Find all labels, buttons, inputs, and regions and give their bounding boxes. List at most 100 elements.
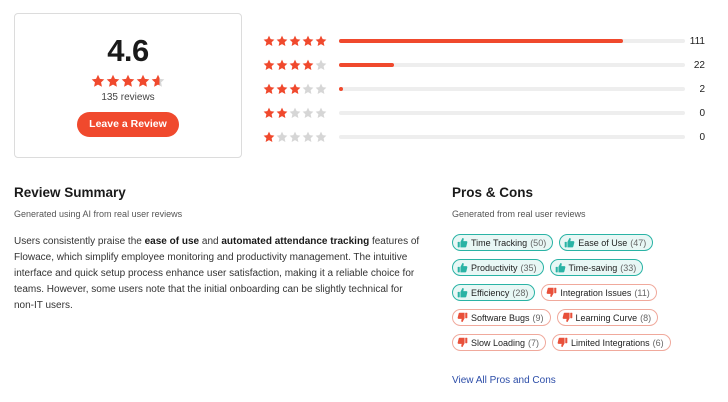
distribution-bar	[339, 135, 685, 139]
star-icon	[106, 74, 120, 87]
star-icon	[302, 35, 314, 46]
pros-cons: Pros & Cons Generated from real user rev…	[452, 185, 722, 388]
con-chip-integration-issues[interactable]: Integration Issues (11)	[541, 284, 657, 301]
con-chip-slow-loading[interactable]: Slow Loading (7)	[452, 334, 547, 351]
star-icon	[263, 131, 275, 142]
chip-label: Efficiency	[471, 287, 510, 298]
chip-label: Limited Integrations	[571, 337, 650, 348]
distribution-bar	[339, 111, 685, 115]
thumbs-up-icon-wrap	[457, 237, 468, 248]
thumbs-down-icon	[557, 337, 568, 348]
star-icon	[315, 83, 327, 94]
chip-count: (28)	[512, 287, 529, 298]
distribution-row-4-star[interactable]: 22	[263, 53, 713, 77]
thumbs-up-icon-wrap	[457, 262, 468, 273]
thumbs-up-icon-wrap	[564, 237, 575, 248]
chip-label: Learning Curve	[575, 312, 638, 323]
row-stars	[263, 107, 331, 119]
review-summary-title: Review Summary	[14, 185, 126, 200]
chip-count: (35)	[520, 262, 537, 273]
chip-count: (9)	[532, 312, 544, 323]
chip-count: (11)	[634, 287, 650, 298]
thumbs-up-icon-wrap	[555, 262, 566, 273]
chip-label: Productivity	[471, 262, 518, 273]
star-icon	[315, 131, 327, 142]
star-icon	[263, 35, 275, 46]
chip-label: Integration Issues	[560, 287, 632, 298]
summary-fragment: features of Flowace, which simplify empl…	[14, 236, 420, 311]
star-icon	[315, 107, 327, 118]
star-icon	[276, 107, 288, 118]
chip-count: (6)	[652, 337, 664, 348]
pros-cons-title: Pros & Cons	[452, 185, 534, 200]
distribution-count: 0	[699, 131, 705, 143]
thumbs-up-icon	[457, 287, 468, 298]
thumbs-up-icon	[564, 237, 575, 248]
con-chip-software-bugs[interactable]: Software Bugs (9)	[452, 309, 551, 326]
row-stars	[263, 83, 331, 95]
thumbs-up-icon-wrap	[457, 287, 468, 298]
thumbs-down-icon	[457, 312, 468, 323]
rating-distribution: 111 22 2 0 0	[263, 29, 713, 149]
pro-chip-time-saving[interactable]: Time-saving (33)	[549, 259, 644, 276]
distribution-bar	[339, 87, 685, 91]
star-icon	[276, 83, 288, 94]
thumbs-down-icon-wrap	[557, 337, 568, 348]
distribution-count: 0	[699, 107, 705, 119]
distribution-bar-fill	[339, 87, 343, 91]
thumbs-up-icon	[555, 262, 565, 273]
distribution-row-5-star[interactable]: 111	[263, 29, 713, 53]
distribution-bar	[339, 63, 685, 67]
distribution-row-2-star[interactable]: 0	[263, 101, 713, 125]
pro-chip-time-tracking[interactable]: Time Tracking (50)	[452, 234, 554, 251]
star-icon	[315, 59, 327, 70]
summary-fragment: and	[199, 236, 222, 247]
pro-chip-efficiency[interactable]: Efficiency (28)	[452, 284, 536, 301]
summary-highlight: ease of use	[144, 236, 200, 247]
thumbs-down-icon	[457, 337, 468, 348]
summary-fragment: Users consistently praise the	[14, 236, 145, 247]
chip-count: (8)	[640, 312, 652, 323]
thumbs-down-icon	[547, 287, 557, 298]
summary-highlight: automated attendance tracking	[221, 236, 370, 247]
leave-review-button[interactable]: Leave a Review	[77, 112, 179, 137]
star-icon	[289, 107, 301, 118]
average-rating: 4.6	[107, 33, 149, 68]
star-icon	[289, 35, 301, 46]
pro-chip-productivity[interactable]: Productivity (35)	[452, 259, 544, 276]
star-icon	[91, 74, 105, 87]
row-stars	[263, 35, 331, 47]
average-stars	[15, 74, 241, 90]
con-chip-limited-integrations[interactable]: Limited Integrations (6)	[552, 334, 671, 351]
thumbs-down-icon-wrap	[546, 287, 557, 298]
rating-card: 4.6 135 reviews Leave a Review	[14, 13, 242, 158]
star-icon	[302, 131, 314, 142]
distribution-row-3-star[interactable]: 2	[263, 77, 713, 101]
review-summary-subtitle: Generated using AI from real user review…	[14, 209, 183, 219]
star-icon	[136, 74, 150, 87]
distribution-bar	[339, 39, 685, 43]
chip-count: (47)	[630, 237, 647, 248]
thumbs-down-icon-wrap	[562, 312, 573, 323]
distribution-count: 22	[693, 59, 705, 71]
star-icon	[302, 59, 314, 70]
distribution-row-1-star[interactable]: 0	[263, 125, 713, 149]
distribution-count: 2	[699, 83, 705, 95]
star-icon	[151, 74, 165, 87]
chip-label: Time-saving	[568, 262, 618, 273]
review-count: 135 reviews	[101, 92, 155, 103]
row-stars	[263, 131, 331, 143]
star-icon	[276, 35, 288, 46]
pros-cons-chips: Time Tracking (50) Ease of Use (47) Producti…	[452, 234, 702, 351]
chip-label: Time Tracking	[471, 237, 528, 248]
chip-count: (50)	[530, 237, 547, 248]
star-icon	[263, 107, 275, 118]
con-chip-learning-curve[interactable]: Learning Curve (8)	[556, 309, 659, 326]
star-icon	[276, 131, 288, 142]
star-icon	[289, 131, 301, 142]
pro-chip-ease-of-use[interactable]: Ease of Use (47)	[559, 234, 654, 251]
chip-count: (33)	[620, 262, 637, 273]
chip-label: Ease of Use	[578, 237, 628, 248]
view-all-pros-cons-link[interactable]: View All Pros and Cons	[452, 375, 556, 386]
distribution-bar-fill	[339, 39, 623, 43]
